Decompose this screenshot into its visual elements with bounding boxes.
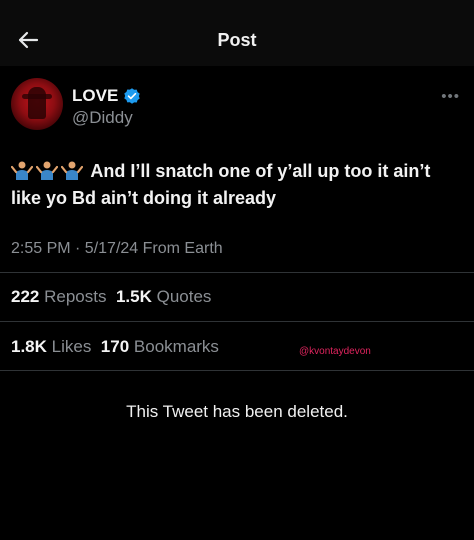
person-shrugging-icon	[61, 161, 83, 180]
author-name[interactable]: LOVE	[72, 86, 118, 106]
avatar[interactable]	[11, 78, 63, 130]
author-name-row: LOVE	[72, 86, 141, 106]
likes-stat[interactable]: 1.8K Likes	[11, 337, 91, 356]
reposts-stat[interactable]: 222 Reposts	[11, 287, 106, 306]
divider	[0, 272, 474, 273]
watermark: @kvontaydevon	[299, 346, 371, 357]
quotes-stat[interactable]: 1.5K Quotes	[116, 287, 211, 306]
page-title: Post	[217, 30, 257, 50]
tweet-timestamp[interactable]: 2:55 PM · 5/17/24	[11, 240, 138, 257]
tweet-text: And I’ll snatch one of y’all up too it a…	[11, 158, 451, 212]
tweet-source: From Earth	[142, 240, 223, 257]
person-shrugging-icon	[36, 161, 58, 180]
person-shrugging-icon	[11, 161, 33, 180]
verified-badge-icon	[124, 88, 140, 104]
more-options-icon[interactable]: •••	[441, 88, 460, 105]
top-bar: Post	[0, 0, 474, 66]
divider	[0, 321, 474, 322]
author-handle[interactable]: @Diddy	[72, 108, 133, 128]
stats-row-2: 1.8K Likes 170 Bookmarks	[11, 337, 219, 357]
tweet-meta: 2:55 PM · 5/17/24 From Earth	[11, 240, 223, 258]
bookmarks-stat[interactable]: 170 Bookmarks	[101, 337, 219, 356]
stats-row-1: 222 Reposts 1.5K Quotes	[11, 287, 211, 307]
divider	[0, 370, 474, 371]
deleted-notice: This Tweet has been deleted.	[126, 402, 348, 421]
